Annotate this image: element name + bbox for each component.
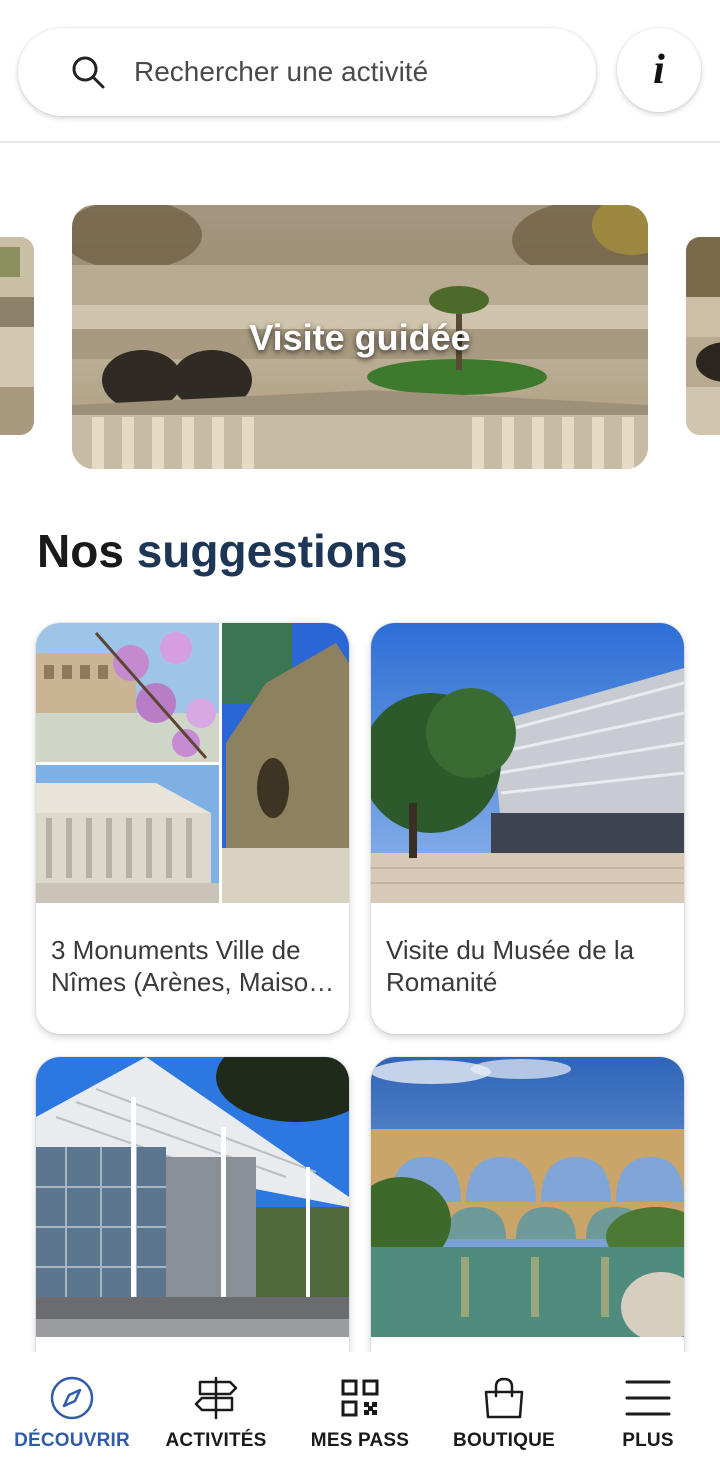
nav-item-plus[interactable]: PLUS <box>576 1352 720 1466</box>
card-image <box>36 1057 349 1337</box>
qr-code-icon <box>341 1379 379 1417</box>
nav-item-activites[interactable]: ACTIVITÉS <box>144 1352 288 1466</box>
card-image <box>371 1057 684 1337</box>
slide-title: Visite guidée <box>249 317 471 358</box>
featured-carousel[interactable]: Visite guidée <box>0 205 720 469</box>
top-bar: Rechercher une activité i <box>0 0 720 143</box>
nav-label: MES PASS <box>310 1430 410 1451</box>
carre-art-photo <box>36 1057 349 1337</box>
carousel-slide-next[interactable] <box>686 237 720 435</box>
nav-label: ACTIVITÉS <box>165 1430 267 1451</box>
menu-icon <box>625 1380 671 1416</box>
search-input[interactable]: Rechercher une activité <box>134 56 428 88</box>
section-title: Nos suggestions <box>37 524 408 578</box>
info-icon: i <box>653 47 665 93</box>
bottom-navigation: DÉCOUVRIR ACTIVITÉS MES PASS BOUTIQUE PL… <box>0 1352 720 1466</box>
card-title: 3 Monuments Ville de Nîmes (Arènes, Mais… <box>51 935 323 997</box>
musee-romanite-photo <box>371 623 684 903</box>
search-icon <box>72 56 105 89</box>
card-image <box>36 623 349 903</box>
search-bar[interactable]: Rechercher une activité <box>18 28 596 116</box>
pont-du-gard-photo <box>371 1057 684 1337</box>
nav-item-boutique[interactable]: BOUTIQUE <box>432 1352 576 1466</box>
shopping-bag-icon <box>484 1377 524 1419</box>
suggestion-card[interactable]: Visite du Musée de la Romanité <box>371 623 684 1034</box>
card-image <box>371 623 684 903</box>
carousel-slide-previous[interactable] <box>0 237 34 435</box>
section-title-prefix: Nos <box>37 525 124 577</box>
carousel-slide[interactable]: Visite guidée <box>72 205 648 469</box>
card-title: Visite du Musée de la Romanité <box>386 935 635 997</box>
nav-item-decouvrir[interactable]: DÉCOUVRIR <box>0 1352 144 1466</box>
compass-icon <box>50 1376 94 1420</box>
slide-image <box>0 237 34 435</box>
nav-label: BOUTIQUE <box>453 1430 555 1451</box>
suggestion-card[interactable]: 3 Monuments Ville de Nîmes (Arènes, Mais… <box>36 623 349 1034</box>
monuments-collage <box>36 623 349 903</box>
signpost-icon <box>194 1376 238 1420</box>
section-title-accent: suggestions <box>136 525 408 577</box>
nav-item-mes-pass[interactable]: MES PASS <box>288 1352 432 1466</box>
slide-image <box>686 237 720 435</box>
nav-label: DÉCOUVRIR <box>14 1430 130 1451</box>
info-button[interactable]: i <box>617 28 701 112</box>
nav-label: PLUS <box>622 1430 674 1451</box>
